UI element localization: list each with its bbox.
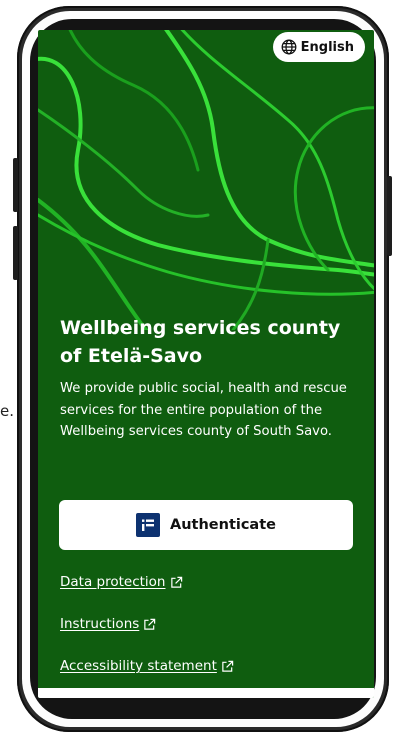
page-description: We provide public social, health and res…: [60, 381, 347, 439]
language-label: English: [300, 39, 354, 55]
authenticate-label: Authenticate: [169, 517, 276, 533]
stray-text: e.: [0, 402, 14, 420]
decor-line: [38, 198, 148, 330]
decor-line: [180, 30, 374, 291]
phone-side-button: [13, 158, 18, 212]
phone-side-button: [387, 176, 392, 256]
page-title: Wellbeing services county of Etelä-Savo: [60, 317, 341, 367]
phone-side-button: [13, 226, 18, 280]
decor-line: [293, 106, 374, 272]
link-accessibility-statement[interactable]: Accessibility statement: [60, 658, 234, 674]
link-data-protection[interactable]: Data protection: [60, 574, 183, 590]
app-screen: English Wellbeing services county of Ete…: [38, 30, 374, 698]
identification-icon: [135, 513, 160, 537]
external-link-icon: [222, 660, 234, 672]
link-label: Data protection: [60, 574, 166, 590]
external-link-icon: [170, 576, 182, 588]
link-label: Accessibility statement: [60, 658, 217, 674]
screen-footer-strip: [38, 688, 374, 698]
link-instructions[interactable]: Instructions: [60, 616, 156, 632]
decorative-lines: [38, 30, 374, 330]
link-label: Instructions: [60, 616, 140, 632]
globe-icon: [281, 39, 297, 55]
authenticate-button[interactable]: Authenticate: [59, 500, 353, 550]
language-button[interactable]: English: [272, 32, 365, 62]
decor-line: [38, 108, 210, 218]
external-link-icon: [144, 618, 156, 630]
